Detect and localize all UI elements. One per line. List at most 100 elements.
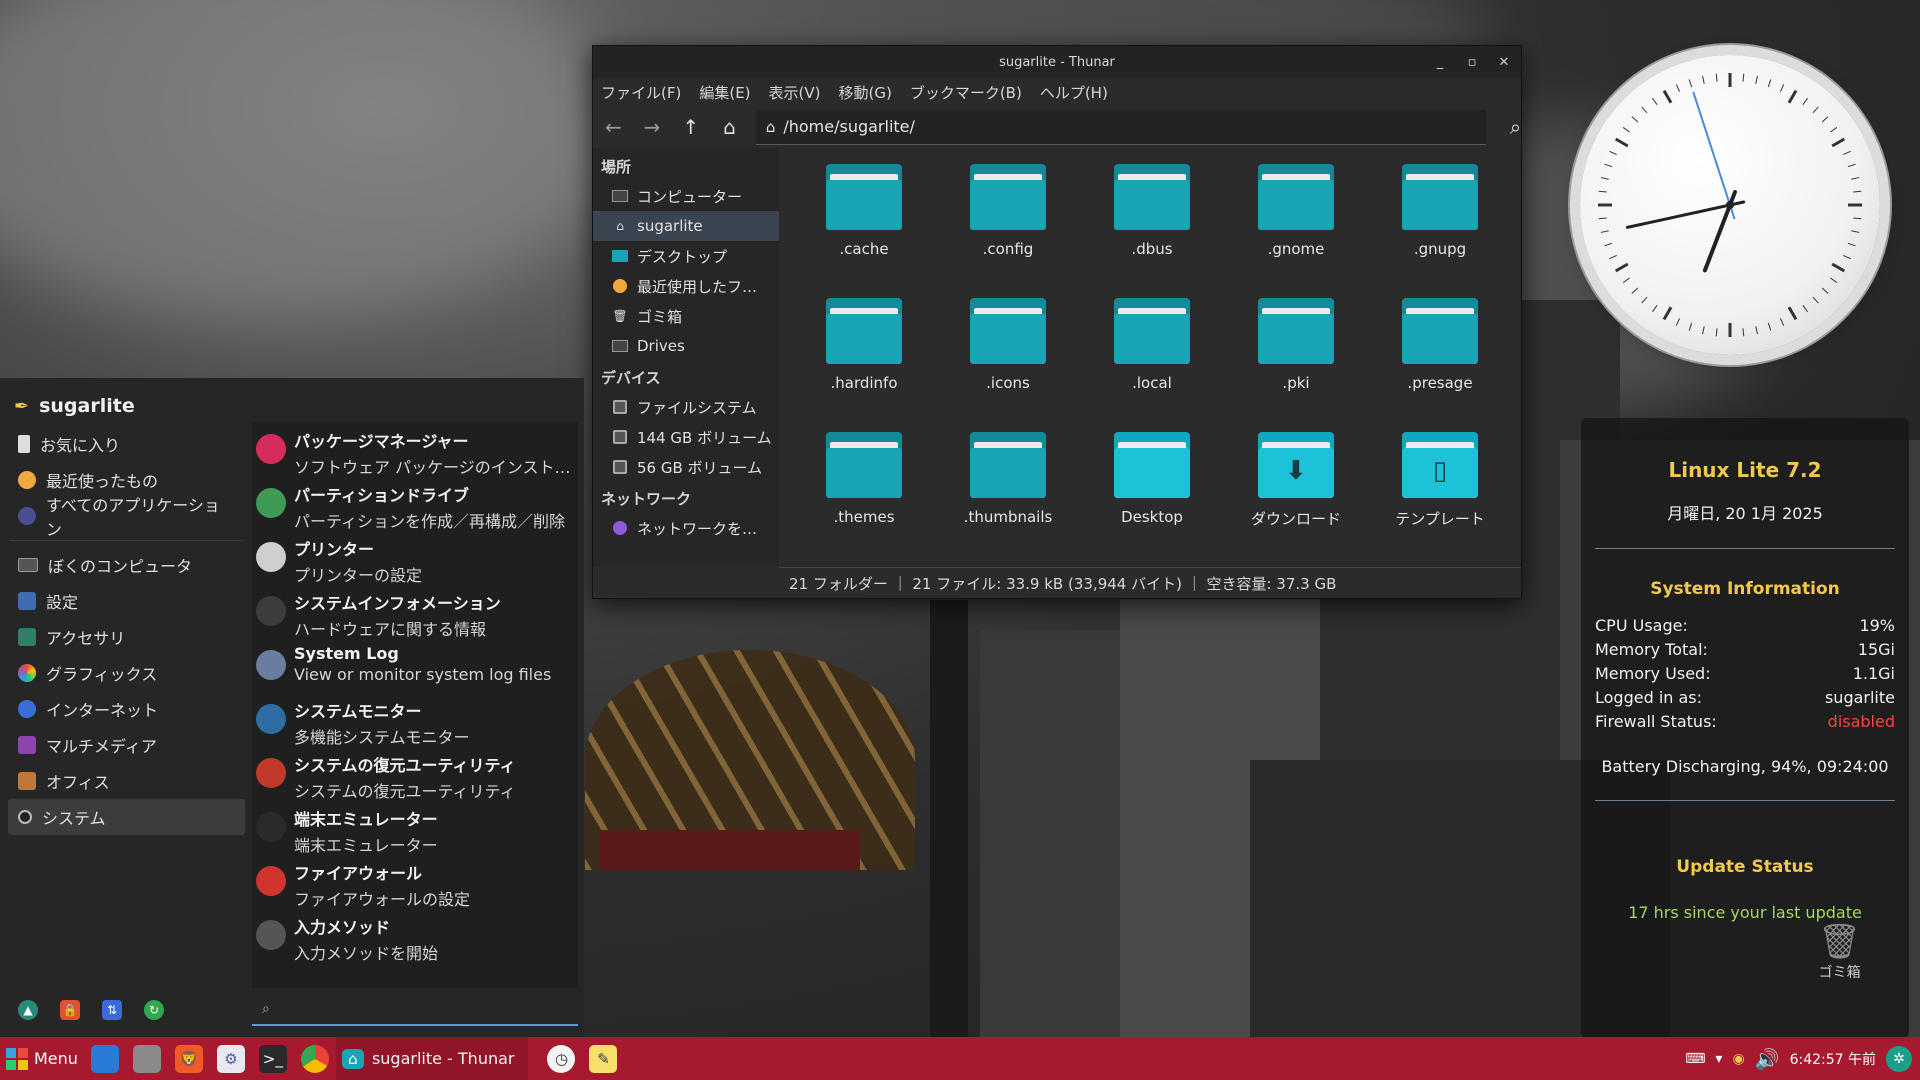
file-item[interactable]: .dbus	[1087, 164, 1217, 258]
sidebar-item-volume-144[interactable]: 144 GB ボリューム	[593, 422, 779, 452]
app-item[interactable]: プリンター プリンターの設定	[252, 530, 578, 585]
app-item[interactable]: パーティションドライブ パーティションを作成／再構成／削除	[252, 476, 578, 531]
category-multimedia[interactable]: マルチメディア	[0, 727, 228, 763]
sidebar-item-trash[interactable]: 🗑 ゴミ箱	[593, 301, 779, 331]
file-item[interactable]: .icons	[943, 298, 1073, 392]
menu-button[interactable]: Menu	[0, 1037, 84, 1080]
sidebar-item-drives[interactable]: Drives	[593, 331, 779, 361]
sidebar-item-home[interactable]: ⌂ sugarlite	[593, 211, 779, 241]
file-item[interactable]: .themes	[799, 432, 929, 526]
app-item[interactable]: System Log View or monitor system log fil…	[252, 638, 578, 692]
menu-edit[interactable]: 編集(E)	[699, 82, 750, 103]
menu-go[interactable]: 移動(G)	[839, 82, 892, 103]
lock-screen-icon[interactable]: ▲	[18, 1000, 38, 1020]
file-item[interactable]: .gnome	[1231, 164, 1361, 258]
menu-help[interactable]: ヘルプ(H)	[1040, 82, 1108, 103]
settings-launcher[interactable]: ⚙	[210, 1037, 252, 1080]
category-system[interactable]: システム	[8, 799, 245, 835]
brave-launcher[interactable]: 🦁	[168, 1037, 210, 1080]
category-all-apps[interactable]: すべてのアプリケーション	[0, 496, 228, 539]
close-icon[interactable]: ✕	[1495, 55, 1513, 70]
task-thunar[interactable]: ⌂ sugarlite - Thunar	[335, 1037, 529, 1080]
row-label: Memory Total:	[1595, 639, 1708, 659]
lock-icon[interactable]: 🔒	[60, 1000, 80, 1020]
search-icon[interactable]: ⌕	[1510, 115, 1521, 139]
sidebar-item-recent[interactable]: 最近使用したフ…	[593, 271, 779, 301]
category-internet[interactable]: インターネット	[0, 691, 228, 727]
app-item[interactable]: パッケージマネージャー ソフトウェア パッケージのインストール	[252, 422, 578, 477]
app-item[interactable]: システムインフォメーション ハードウェアに関する情報	[252, 584, 578, 639]
file-name: .presage	[1407, 374, 1473, 392]
file-item[interactable]: .hardinfo	[799, 298, 929, 392]
menu-search-input[interactable]: ⌕	[252, 994, 578, 1026]
category-office[interactable]: オフィス	[0, 763, 228, 799]
update-notifier-icon[interactable]: ◉	[1732, 1051, 1744, 1067]
terminal-launcher[interactable]: >_	[252, 1037, 294, 1080]
file-name: .hardinfo	[830, 374, 898, 392]
show-desktop-launcher[interactable]	[84, 1037, 126, 1080]
window-titlebar[interactable]: sugarlite - Thunar _ ▫ ✕	[593, 46, 1521, 78]
category-accessories[interactable]: アクセサリ	[0, 619, 228, 655]
sidebar-item-label: デスクトップ	[637, 247, 728, 266]
home-icon[interactable]: ⌂	[717, 115, 742, 139]
file-manager-launcher[interactable]	[126, 1037, 168, 1080]
sidebar-item-filesystem[interactable]: ファイルシステム	[593, 392, 779, 422]
back-arrow-icon[interactable]: ←	[601, 115, 626, 139]
network-icon[interactable]: ▾	[1715, 1051, 1722, 1067]
file-item[interactable]: .cache	[799, 164, 929, 258]
file-item[interactable]: ⬇ ダウンロード	[1231, 432, 1361, 529]
app-item[interactable]: 端末エミュレーター 端末エミュレーター	[252, 800, 578, 855]
date-text: 月曜日, 20 1月 2025	[1667, 504, 1823, 523]
partition-icon	[256, 488, 286, 518]
minimize-icon[interactable]: _	[1431, 55, 1449, 70]
switch-user-icon[interactable]: ⇅	[102, 1000, 122, 1020]
file-item[interactable]: .gnupg	[1375, 164, 1505, 258]
app-item[interactable]: 入力メソッド 入力メソッドを開始	[252, 908, 578, 963]
sidebar-item-network[interactable]: ネットワークを…	[593, 513, 779, 543]
taskbar-clock[interactable]: 6:42:57 午前	[1790, 1049, 1876, 1069]
category-graphics[interactable]: グラフィックス	[0, 655, 228, 691]
clock-app-launcher[interactable]: ◷	[540, 1037, 582, 1080]
row-value: 1.1Gi	[1852, 663, 1895, 683]
devices-heading: デバイス	[601, 369, 661, 387]
menu-view[interactable]: 表示(V)	[769, 82, 821, 103]
user-row: Logged in as: sugarlite	[1581, 685, 1909, 709]
sidebar-item-computer[interactable]: コンピューター	[593, 181, 779, 211]
text-editor-launcher[interactable]: ✎	[582, 1037, 624, 1080]
file-item[interactable]: .pki	[1231, 298, 1361, 392]
up-arrow-icon[interactable]: ↑	[678, 115, 703, 139]
menu-file[interactable]: ファイル(F)	[601, 82, 681, 103]
file-item[interactable]: .presage	[1375, 298, 1505, 392]
app-item[interactable]: システムモニター 多機能システムモニター	[252, 692, 578, 747]
row-label: Logged in as:	[1595, 687, 1703, 707]
sidebar-item-desktop[interactable]: デスクトップ	[593, 241, 779, 271]
app-item[interactable]: ファイアウォール ファイアウォールの設定	[252, 854, 578, 909]
maximize-icon[interactable]: ▫	[1463, 55, 1481, 70]
folder-icon	[1258, 298, 1334, 364]
volume-icon[interactable]: 🔊	[1755, 1047, 1780, 1071]
sidebar-item-volume-56[interactable]: 56 GB ボリューム	[593, 452, 779, 482]
category-my-computer[interactable]: ぼくのコンピュータ	[0, 547, 228, 583]
menu-grid-icon	[6, 1047, 28, 1070]
app-item[interactable]: システムの復元ユーティリティ システムの復元ユーティリティ	[252, 746, 578, 801]
minute-tick	[1702, 326, 1705, 335]
file-item[interactable]: Desktop	[1087, 432, 1217, 526]
menu-bookmarks[interactable]: ブックマーク(B)	[910, 82, 1022, 103]
user-avatar-icon[interactable]: ✲	[1886, 1045, 1912, 1072]
category-settings[interactable]: 設定	[0, 583, 228, 619]
forward-arrow-icon[interactable]: →	[640, 115, 665, 139]
category-favorites[interactable]: お気に入り	[0, 426, 228, 462]
category-label: 最近使ったもの	[46, 472, 159, 491]
desktop-trash[interactable]: 🗑 ゴミ箱	[1818, 922, 1861, 982]
keyboard-icon[interactable]: ⌨	[1685, 1051, 1705, 1067]
app-description: 入力メソッドを開始	[294, 944, 439, 963]
folder-icon	[1258, 164, 1334, 230]
file-item[interactable]: .thumbnails	[943, 432, 1073, 526]
file-item[interactable]: .local	[1087, 298, 1217, 392]
file-item[interactable]: .config	[943, 164, 1073, 258]
chrome-launcher[interactable]	[294, 1037, 336, 1080]
refresh-icon[interactable]: ↻	[144, 1000, 164, 1020]
monitor-icon	[256, 704, 286, 734]
file-item[interactable]: ▯ テンプレート	[1375, 432, 1505, 529]
location-bar[interactable]: ⌂ /home/sugarlite/	[755, 109, 1486, 145]
